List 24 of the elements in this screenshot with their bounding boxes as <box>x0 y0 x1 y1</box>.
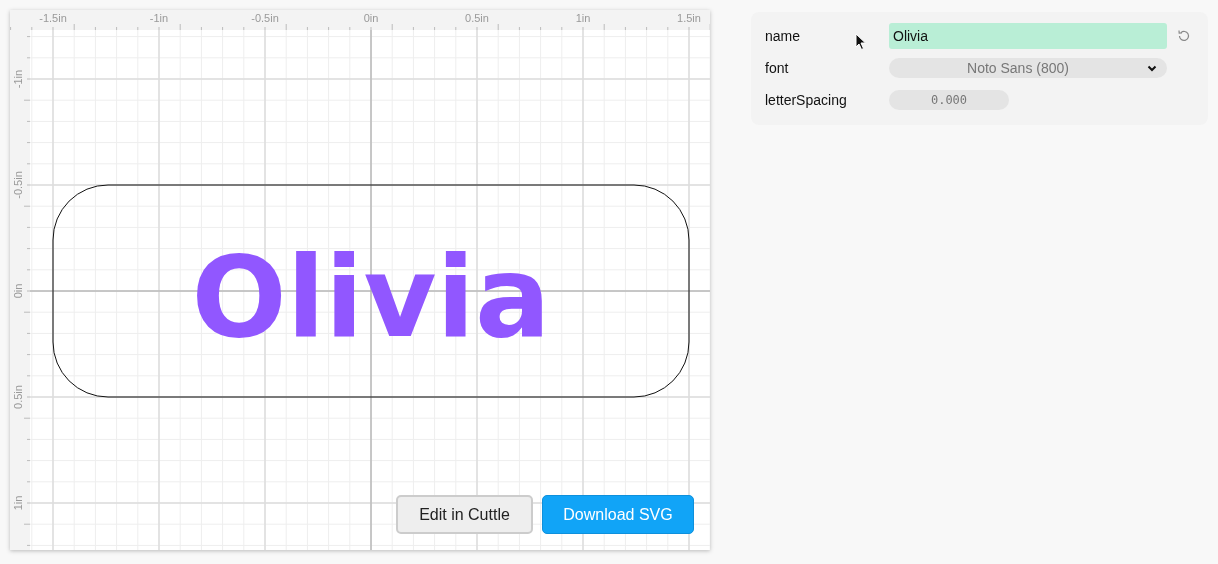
name-input-field[interactable]: Olivia <box>889 23 1167 49</box>
parameter-label: name <box>765 28 801 44</box>
ruler-label: 1in <box>12 495 24 511</box>
ruler-label: 1in <box>575 12 591 24</box>
ruler-label: 1.5in <box>677 12 701 24</box>
font-dropdown[interactable]: Noto Sans (800) <box>889 58 1167 78</box>
action-button[interactable]: Edit in Cuttle <box>396 495 533 534</box>
ruler-label: 0.5in <box>12 385 24 409</box>
ruler-label: -1.5in <box>39 12 67 24</box>
chevron-down-icon <box>1147 64 1157 72</box>
reset-icon[interactable] <box>1176 28 1192 44</box>
parameter-label: letterSpacing <box>765 92 847 108</box>
ruler-label: -1in <box>12 69 24 89</box>
parameter-label: font <box>765 60 789 76</box>
ruler-label: -0.5in <box>12 171 24 199</box>
mouse-cursor-icon <box>855 33 867 51</box>
ruler-label: -0.5in <box>251 12 279 24</box>
action-button[interactable]: Download SVG <box>542 495 694 534</box>
ruler-label: -1in <box>149 12 169 24</box>
design-text: Olivia <box>191 232 551 362</box>
ruler-label: 0in <box>363 12 379 24</box>
ruler-label: 0in <box>12 283 24 299</box>
ruler-label: 0.5in <box>465 12 489 24</box>
number-input-field[interactable]: 0.000 <box>889 90 1009 110</box>
